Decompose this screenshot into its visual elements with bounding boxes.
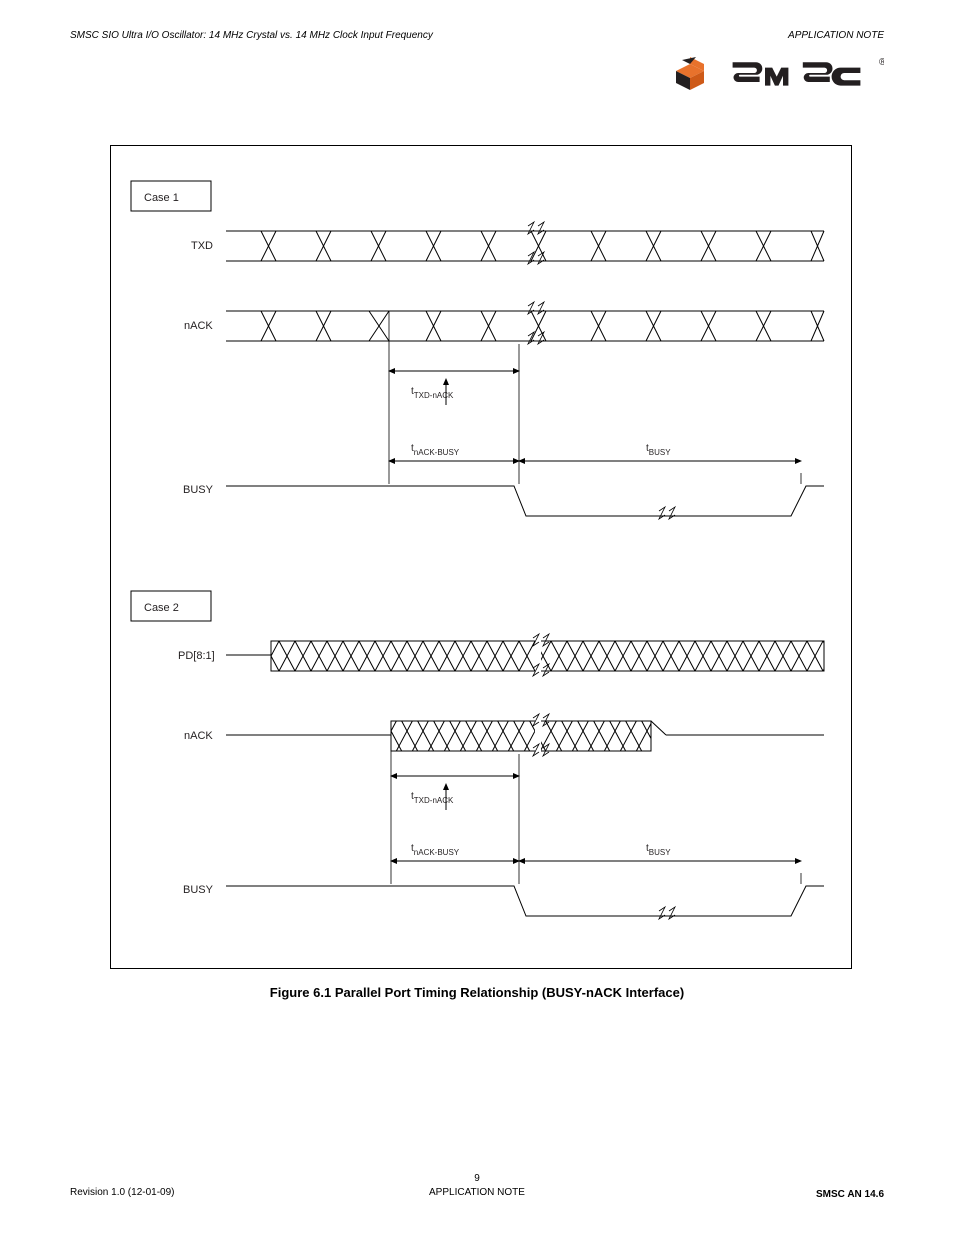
- case2-busy-label: BUSY: [183, 884, 214, 896]
- case1-tnackbusy-label: tnACK-BUSY: [411, 443, 460, 457]
- page: SMSC SIO Ultra I/O Oscillator: 14 MHz Cr…: [0, 0, 954, 1235]
- case2-ttxdnack-label: tTXD-nACK: [411, 791, 454, 805]
- case2-label: Case 2: [144, 602, 179, 614]
- case1-tbusy-label: tBUSY: [646, 443, 671, 457]
- case1-ttxdnack-label: tTXD-nACK: [411, 386, 454, 400]
- header-left: SMSC SIO Ultra I/O Oscillator: 14 MHz Cr…: [70, 30, 433, 41]
- case1-txd-signal: [226, 222, 824, 264]
- case1-busy-signal: [226, 486, 824, 519]
- case1-label: Case 1: [144, 192, 179, 204]
- footer-center: 9 APPLICATION NOTE: [70, 1172, 884, 1200]
- figure-caption: Figure 6.1 Parallel Port Timing Relation…: [0, 985, 954, 1000]
- case1-txd-label: TXD: [191, 240, 213, 252]
- case2-busy-signal: [226, 886, 824, 919]
- footer-doc-type: APPLICATION NOTE: [429, 1187, 525, 1198]
- case2-tnackbusy-label: tnACK-BUSY: [411, 843, 460, 857]
- case1-busy-label: BUSY: [183, 484, 214, 496]
- case1-nack-label: nACK: [184, 320, 213, 332]
- case2-pd-label: PD[8:1]: [178, 650, 215, 662]
- logo-mark-icon: [668, 55, 723, 95]
- case2-pd-signal: [226, 634, 824, 676]
- case2-nack-signal: [226, 714, 824, 756]
- case1-nack-signal: [226, 302, 824, 344]
- figure-frame: Case 1 TXD: [110, 145, 852, 969]
- brand-logo: ®: [668, 55, 884, 95]
- logo-wordmark-icon: ®: [729, 55, 884, 95]
- timing-diagram: Case 1 TXD: [111, 146, 851, 968]
- registered-mark: ®: [879, 57, 884, 68]
- page-footer: 9 APPLICATION NOTE Revision 1.0 (12-01-0…: [70, 1186, 884, 1200]
- page-number: 9: [474, 1173, 480, 1184]
- header-right: APPLICATION NOTE: [788, 30, 884, 41]
- case2-nack-label: nACK: [184, 730, 213, 742]
- page-header: SMSC SIO Ultra I/O Oscillator: 14 MHz Cr…: [70, 30, 884, 41]
- case2-tbusy-label: tBUSY: [646, 843, 671, 857]
